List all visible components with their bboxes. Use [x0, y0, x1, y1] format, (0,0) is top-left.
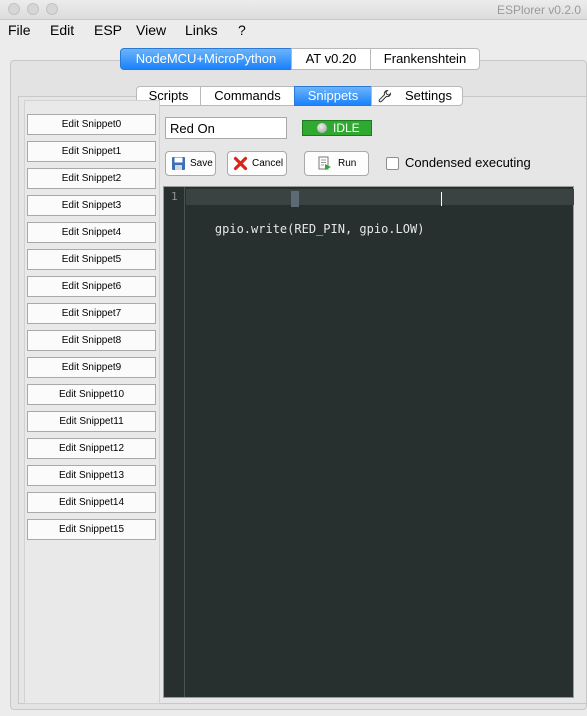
- tab-snippets[interactable]: Snippets: [294, 86, 372, 106]
- save-label: Save: [190, 158, 213, 169]
- code-text: gpio.write(RED_PIN, gpio.LOW): [214, 222, 425, 236]
- snippet-name-input[interactable]: [165, 117, 287, 139]
- edit-snippet-3-button[interactable]: Edit Snippet3: [27, 195, 156, 216]
- bracket-match-highlight: [291, 191, 299, 207]
- menu-links[interactable]: Links: [185, 22, 218, 38]
- edit-snippet-15-button[interactable]: Edit Snippet15: [27, 519, 156, 540]
- floppy-disk-icon: [172, 157, 185, 170]
- status-text: IDLE: [333, 121, 360, 135]
- text-cursor: [441, 192, 442, 206]
- edit-snippet-11-button[interactable]: Edit Snippet11: [27, 411, 156, 432]
- edit-snippet-6-button[interactable]: Edit Snippet6: [27, 276, 156, 297]
- menu-bar: [0, 20, 587, 42]
- tab-settings-label: Settings: [405, 88, 452, 103]
- menu-file[interactable]: File: [8, 22, 31, 38]
- tab-commands[interactable]: Commands: [200, 86, 295, 106]
- condensed-executing-checkbox[interactable]: [386, 157, 399, 170]
- tab-at-v020[interactable]: AT v0.20: [291, 48, 371, 70]
- wrench-icon: [378, 89, 392, 103]
- line-number-gutter: 1: [164, 187, 185, 697]
- edit-snippet-7-button[interactable]: Edit Snippet7: [27, 303, 156, 324]
- edit-snippet-10-button[interactable]: Edit Snippet10: [27, 384, 156, 405]
- close-window-button[interactable]: [8, 3, 20, 15]
- edit-snippet-13-button[interactable]: Edit Snippet13: [27, 465, 156, 486]
- run-label: Run: [338, 158, 357, 169]
- menu-help[interactable]: ?: [238, 22, 246, 38]
- tab-frankenshtein[interactable]: Frankenshtein: [370, 48, 480, 70]
- red-x-icon: [233, 156, 248, 171]
- edit-snippet-12-button[interactable]: Edit Snippet12: [27, 438, 156, 459]
- edit-snippet-2-button[interactable]: Edit Snippet2: [27, 168, 156, 189]
- save-button[interactable]: Save: [165, 151, 216, 176]
- code-editor[interactable]: 1 gpio.write(RED_PIN, gpio.LOW): [163, 186, 574, 698]
- minimize-window-button[interactable]: [27, 3, 39, 15]
- edit-snippet-8-button[interactable]: Edit Snippet8: [27, 330, 156, 351]
- edit-snippet-1-button[interactable]: Edit Snippet1: [27, 141, 156, 162]
- edit-snippet-9-button[interactable]: Edit Snippet9: [27, 357, 156, 378]
- edit-snippet-4-button[interactable]: Edit Snippet4: [27, 222, 156, 243]
- edit-snippet-5-button[interactable]: Edit Snippet5: [27, 249, 156, 270]
- cancel-button[interactable]: Cancel: [227, 151, 287, 176]
- status-indicator-icon: [317, 123, 327, 133]
- zoom-window-button[interactable]: [46, 3, 58, 15]
- tab-settings[interactable]: Settings: [371, 86, 463, 106]
- condensed-executing-label: Condensed executing: [405, 155, 531, 170]
- edit-snippet-14-button[interactable]: Edit Snippet14: [27, 492, 156, 513]
- edit-snippet-0-button[interactable]: Edit Snippet0: [27, 114, 156, 135]
- menu-view[interactable]: View: [136, 22, 166, 38]
- window-title: ESPlorer v0.2.0: [496, 3, 581, 17]
- title-bar: ESPlorer v0.2.0: [0, 0, 587, 20]
- run-button[interactable]: Run: [304, 151, 369, 176]
- tab-nodemcu-micropython[interactable]: NodeMCU+MicroPython: [120, 48, 292, 70]
- code-line[interactable]: gpio.write(RED_PIN, gpio.LOW): [186, 189, 574, 236]
- run-script-icon: [318, 156, 331, 170]
- line-number: 1: [171, 190, 178, 203]
- status-badge: IDLE: [302, 120, 372, 136]
- cancel-label: Cancel: [252, 158, 284, 169]
- menu-esp[interactable]: ESP: [94, 22, 122, 38]
- menu-edit[interactable]: Edit: [50, 22, 74, 38]
